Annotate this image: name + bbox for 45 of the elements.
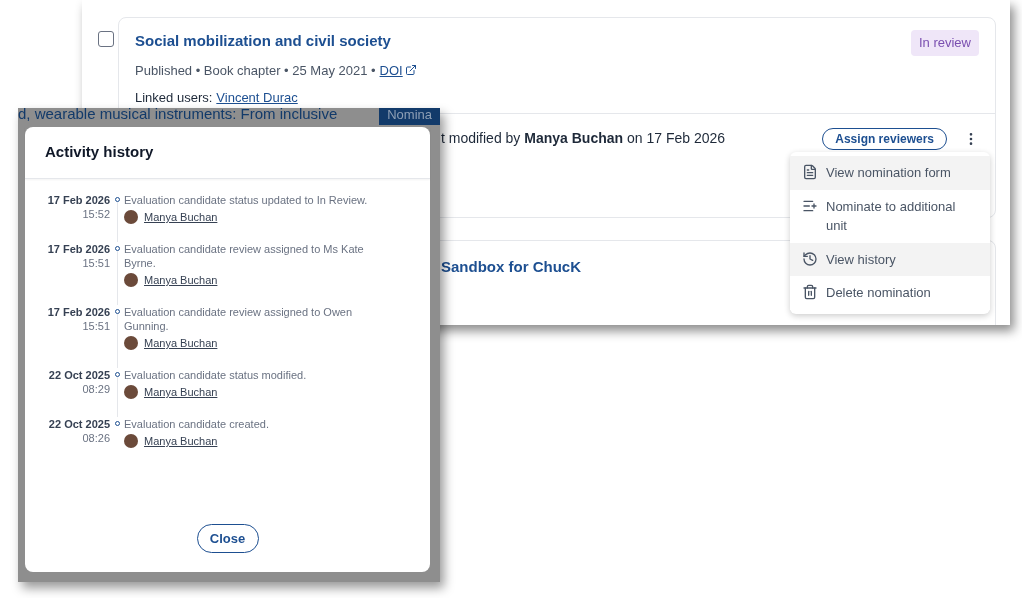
user-link[interactable]: Manya Buchan (144, 273, 218, 287)
avatar-icon (124, 434, 138, 448)
status-label: In review (910, 30, 979, 56)
menu-item[interactable]: View history (790, 242, 990, 276)
user-link[interactable]: Manya Buchan (144, 336, 218, 350)
publication-title[interactable]: Sandbox for ChucK (441, 258, 581, 275)
event-text: Evaluation candidate review assigned to Owen Gunning. (124, 305, 354, 333)
clock-icon (802, 250, 818, 267)
title-fragment: d, wearable musical instruments: From inclusive (18, 108, 339, 124)
trash-icon (802, 284, 818, 300)
external-link-icon (404, 64, 417, 77)
avatar-icon (124, 273, 138, 287)
event-date: 22 Oct 2025 (48, 417, 110, 431)
event-date: 17 Feb 2026 (47, 193, 110, 207)
event-date: 17 Feb 2026 (47, 242, 110, 256)
doi-link[interactable]: DOI (379, 60, 417, 80)
menu-item[interactable]: Delete nomination (790, 276, 990, 310)
event-date: 22 Oct 2025 (48, 368, 110, 382)
event-time: 15:51 (82, 319, 110, 333)
dialog-title: Activity history (45, 142, 154, 163)
event-time: 15:52 (82, 207, 110, 221)
event-time: 15:51 (82, 256, 110, 270)
linked-users-label: Linked users: (135, 89, 213, 107)
avatar-icon (124, 336, 138, 350)
menu-item[interactable]: View nomination form (790, 156, 990, 190)
user-link[interactable]: Manya Buchan (144, 210, 218, 224)
publication-meta: Published • Book chapter • 25 May 2021 • (135, 61, 376, 80)
user-link[interactable]: Manya Buchan (144, 385, 218, 399)
event-text: Evaluation candidate status modified. (124, 368, 308, 382)
event-time: 08:26 (82, 431, 110, 445)
document-icon (802, 164, 818, 180)
event-text: Evaluation candidate status updated to In Review. (124, 193, 369, 207)
avatar-icon (124, 210, 138, 224)
checkbox[interactable] (98, 31, 114, 47)
user-link[interactable]: Manya Buchan (144, 434, 218, 448)
avatar-icon (124, 385, 138, 399)
nominated-badge: Nomina (379, 108, 440, 125)
modified-text: t modified by Manya Buchan on 17 Feb 2026 (441, 129, 727, 148)
event-time: 08:29 (82, 382, 110, 396)
event-text: Evaluation candidate review assigned to Ms Kate Byrne. (124, 242, 365, 270)
publication-title[interactable]: Social mobilization and civil society (135, 30, 911, 53)
menu-item[interactable]: Nominate to additional unit (790, 189, 990, 243)
user-link[interactable]: Vincent Durac (216, 88, 298, 108)
event-date: 17 Feb 2026 (47, 305, 110, 319)
event-text: Evaluation candidate created. (124, 417, 270, 431)
